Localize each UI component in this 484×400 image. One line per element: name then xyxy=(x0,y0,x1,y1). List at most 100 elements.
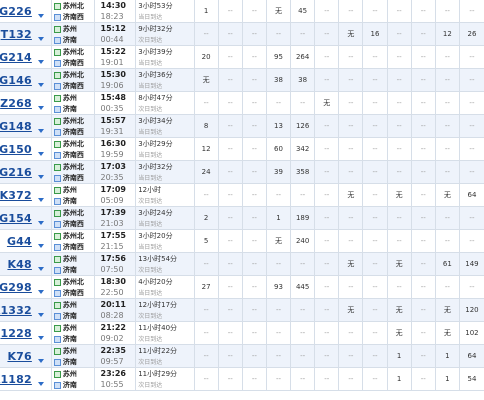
seat-availability: 8 xyxy=(195,115,219,137)
seat-availability: -- xyxy=(315,161,340,183)
train-number-link[interactable]: T132 xyxy=(1,28,32,41)
station-cell: 苏州北 济南西 xyxy=(52,230,95,252)
chevron-down-icon[interactable] xyxy=(37,313,44,317)
seat-availability: -- xyxy=(412,253,436,275)
seat-availability: 342 xyxy=(291,138,316,160)
chevron-down-icon[interactable] xyxy=(37,359,44,363)
train-number-link[interactable]: G226 xyxy=(0,5,32,18)
train-row: G44 苏州北 济南西 17:55 21:15 3小时20分 当日到达 5 -- -- 无 240 --… xyxy=(0,230,484,253)
station-cell: 苏州北 济南西 xyxy=(52,0,95,22)
train-number-link[interactable]: G146 xyxy=(0,74,32,87)
seat-availability: -- xyxy=(195,299,219,321)
train-number-link[interactable]: K372 xyxy=(0,189,32,202)
time-cell: 17:39 21:03 xyxy=(95,207,137,229)
seat-availability: 149 xyxy=(465,260,479,268)
chevron-down-icon[interactable] xyxy=(37,336,44,340)
chevron-down-icon[interactable] xyxy=(37,244,44,248)
departure-station: 苏州北 xyxy=(62,232,84,240)
departure-time: 18:30 xyxy=(100,277,126,286)
seat-availability: 无 xyxy=(388,253,412,275)
chevron-down-icon[interactable] xyxy=(37,198,44,202)
train-number-link[interactable]: G150 xyxy=(0,143,32,156)
seat-availability: -- xyxy=(267,345,292,367)
seat-availability: -- xyxy=(219,69,243,91)
train-number-link[interactable]: G44 xyxy=(7,235,32,248)
chevron-down-icon[interactable] xyxy=(37,290,44,294)
train-number-link[interactable]: G154 xyxy=(0,212,32,225)
seat-availability: 358 xyxy=(291,161,316,183)
seat-availability: -- xyxy=(195,345,219,367)
seat-availability: -- xyxy=(219,46,243,68)
travel-duration: 3小时29分 xyxy=(138,140,173,148)
seat-availability: -- xyxy=(243,230,267,252)
arrival-day: 当日到达 xyxy=(138,175,163,182)
time-cell: 17:03 20:35 xyxy=(95,161,137,183)
train-row: G148 苏州北 济南西 15:57 19:31 3小时34分 当日到达 8 -- -- 13 126… xyxy=(0,115,484,138)
train-number-link[interactable]: 1228 xyxy=(0,327,31,340)
seat-availability: -- xyxy=(339,115,364,137)
chevron-down-icon[interactable] xyxy=(37,14,44,18)
seat-availability: -- xyxy=(219,230,243,252)
departure-time: 17:56 xyxy=(100,254,126,263)
time-cell: 21:22 09:02 xyxy=(95,322,137,344)
departure-station: 苏州北 xyxy=(62,163,84,171)
seat-availability: -- xyxy=(315,230,340,252)
chevron-down-icon[interactable] xyxy=(37,83,44,87)
seat-availability: -- xyxy=(339,138,364,160)
chevron-down-icon[interactable] xyxy=(37,152,44,156)
seat-availability: -- xyxy=(469,145,475,153)
chevron-down-icon[interactable] xyxy=(37,129,44,133)
station-end-icon xyxy=(53,197,61,205)
seat-availability: 无 xyxy=(436,184,460,206)
seat-availability: -- xyxy=(388,138,412,160)
departure-station: 苏州北 xyxy=(62,140,84,148)
train-row: T132 苏州 济南 15:12 00:44 9小时32分 次日到达 -- -- -- -- -- --… xyxy=(0,23,484,46)
train-number-link[interactable]: K1332 xyxy=(0,304,32,317)
seat-availability: -- xyxy=(291,368,316,390)
chevron-down-icon[interactable] xyxy=(37,37,44,41)
departure-time: 17:09 xyxy=(100,185,126,194)
station-cell: 苏州 济南 xyxy=(52,345,95,367)
arrival-time: 22:50 xyxy=(100,288,124,297)
chevron-down-icon[interactable] xyxy=(37,60,44,64)
arrival-day: 当日到达 xyxy=(138,60,163,67)
train-number-link[interactable]: G216 xyxy=(0,166,32,179)
chevron-down-icon[interactable] xyxy=(37,221,44,225)
train-number-link[interactable]: K48 xyxy=(7,258,31,271)
departure-time: 15:48 xyxy=(100,93,126,102)
seat-availability: -- xyxy=(388,92,412,114)
train-row: K372 苏州 济南 17:09 05:09 12小时 次日到达 -- -- -- -- -- -- 无 -… xyxy=(0,184,484,207)
chevron-down-icon[interactable] xyxy=(37,382,44,386)
train-number-link[interactable]: G298 xyxy=(0,281,32,294)
train-number-link[interactable]: G148 xyxy=(0,120,32,133)
train-number-link[interactable]: G214 xyxy=(0,51,32,64)
station-cell: 苏州 济南 xyxy=(52,322,95,344)
chevron-down-icon[interactable] xyxy=(37,175,44,179)
train-number-link[interactable]: K1182 xyxy=(0,373,32,386)
seat-availability: 61 xyxy=(436,253,460,275)
station-end-icon xyxy=(53,335,61,343)
station-cell: 苏州北 济南西 xyxy=(52,276,95,298)
seat-availability: -- xyxy=(388,161,412,183)
seat-availability: -- xyxy=(243,299,267,321)
seat-availability: -- xyxy=(243,345,267,367)
arrival-time: 20:35 xyxy=(100,173,124,182)
seat-availability: -- xyxy=(412,230,436,252)
seat-availability: -- xyxy=(436,92,460,114)
station-cell: 苏州北 济南西 xyxy=(52,46,95,68)
duration-cell: 13小时54分 次日到达 xyxy=(136,253,195,275)
train-number-link[interactable]: K76 xyxy=(7,350,31,363)
station-cell: 苏州 济南 xyxy=(52,368,95,390)
train-number-link[interactable]: Z268 xyxy=(0,97,32,110)
seat-availability: -- xyxy=(219,138,243,160)
seat-availability: -- xyxy=(315,276,340,298)
travel-duration: 12小时17分 xyxy=(138,301,178,309)
station-start-icon xyxy=(53,71,61,79)
station-start-icon xyxy=(53,301,61,309)
seat-availability: -- xyxy=(219,0,243,22)
seat-availability: -- xyxy=(219,115,243,137)
chevron-down-icon[interactable] xyxy=(37,267,44,271)
chevron-down-icon[interactable] xyxy=(37,106,44,110)
departure-station: 苏州北 xyxy=(62,278,84,286)
train-number-cell: K372 xyxy=(0,184,52,206)
